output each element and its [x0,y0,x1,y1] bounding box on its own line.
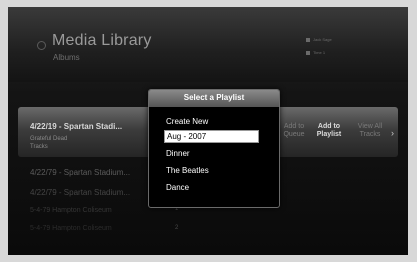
playlist-option-create-new[interactable]: Create New [166,117,208,126]
playlist-option-aug-2007: Aug - 2007 [167,132,207,141]
selected-album-artist: Grateful Dead [30,136,68,142]
dialog-header: Select a Playlist [149,90,279,107]
user-icon [306,37,310,42]
playlist-option-selected[interactable]: Aug - 2007 [164,130,259,143]
tv-screen: Media Library Albums Jack Sage Time 1 4/… [8,7,408,255]
list-item[interactable]: 4/22/79 - Spartan Stadium... [30,168,130,177]
chevron-right-icon[interactable]: › [391,128,394,138]
view-all-tracks-button[interactable]: View All Tracks [355,123,385,139]
playlist-option-dance[interactable]: Dance [166,183,189,192]
clock-icon [306,50,310,55]
add-to-playlist-button[interactable]: Add to Playlist [312,123,346,139]
status-user: Jack Sage [306,37,332,42]
page-title: Media Library [52,32,152,49]
select-playlist-dialog: Select a Playlist Create New Aug - 2007 … [148,89,280,208]
media-library-icon [37,41,46,50]
playlist-option-dinner[interactable]: Dinner [166,149,190,158]
add-to-queue-button[interactable]: Add to Queue [280,123,308,139]
playlist-option-the-beatles[interactable]: The Beatles [166,166,209,175]
selected-album-title: 4/22/19 - Spartan Stadi... [30,122,123,131]
row-number: 2 [175,225,179,231]
list-item[interactable]: 4/22/79 - Spartan Stadium... [30,188,130,197]
page-subtitle: Albums [53,53,80,62]
status-time: Time 1 [306,50,325,55]
selected-album-tracks: Tracks [30,144,48,150]
list-item[interactable]: 5-4-79 Hampton Coliseum [30,225,112,232]
dialog-title: Select a Playlist [183,93,245,102]
list-item[interactable]: 5-4-79 Hampton Coliseum [30,207,112,214]
